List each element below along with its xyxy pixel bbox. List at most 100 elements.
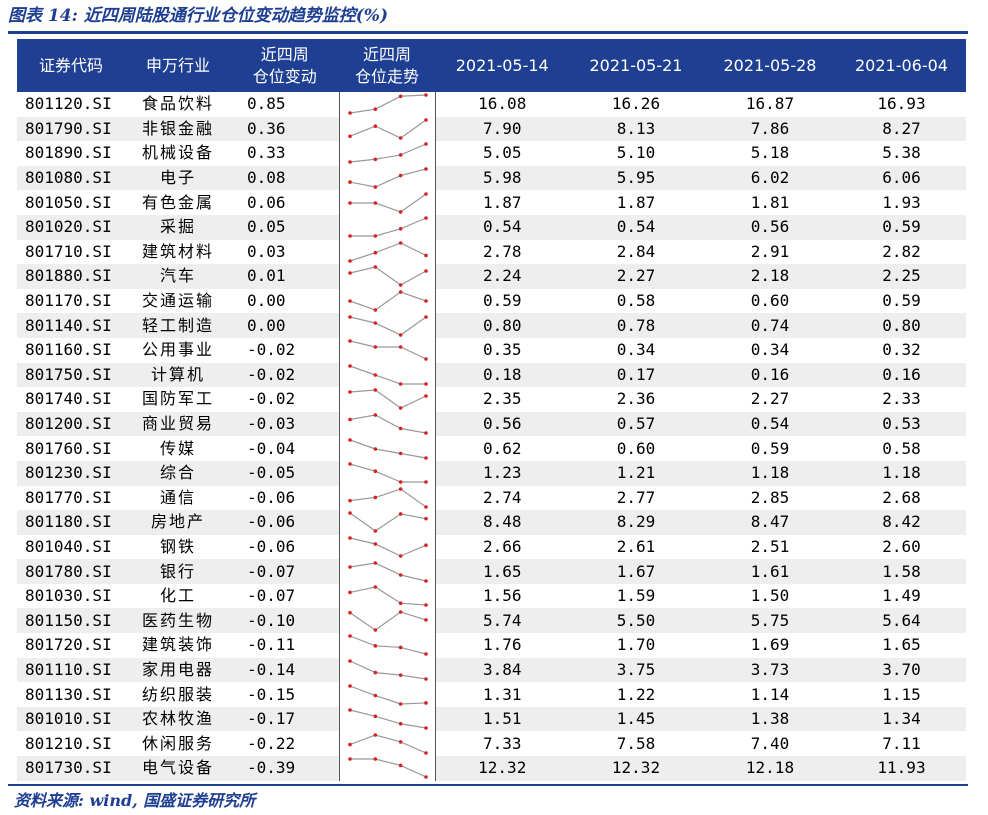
table-row: 801780.SI 银行 -0.07 1.65 1.67 1.61 1.58 <box>17 559 966 584</box>
weekly-position-2: 5.95 <box>569 165 703 191</box>
industry-name: 医药生物 <box>125 608 231 634</box>
sparkline <box>347 167 428 189</box>
sparkline-point <box>373 373 377 377</box>
sparkline <box>347 486 428 509</box>
position-change: 0.00 <box>231 288 339 314</box>
table-row: 801170.SI 交通运输 0.00 0.59 0.58 0.60 0.59 <box>17 288 966 314</box>
sparkline-point <box>398 136 402 140</box>
industry-name: 建筑装饰 <box>125 633 231 658</box>
position-change: -0.17 <box>231 706 339 732</box>
source-note: 资料来源: wind, 国盛证券研究所 <box>14 791 256 810</box>
sparkline-line <box>349 143 426 164</box>
position-table: 证券代码 申万行业 近四周 仓位变动 近四周 仓位走势 2021-05-14 2… <box>17 39 967 781</box>
security-code: 801760.SI <box>17 436 125 461</box>
weekly-position-1: 1.31 <box>435 682 569 707</box>
sparkline-point <box>423 652 428 657</box>
industry-name: 银行 <box>125 559 231 584</box>
sparkline-point <box>373 529 377 534</box>
sparkline <box>347 118 428 140</box>
header-code: 证券代码 <box>17 39 125 92</box>
position-change: -0.05 <box>231 460 339 486</box>
sparkline-cell <box>338 92 436 117</box>
weekly-position-1: 1.23 <box>435 460 569 486</box>
sparkline <box>347 339 428 362</box>
sparkline <box>347 659 428 681</box>
industry-name: 通信 <box>125 485 231 511</box>
weekly-position-1: 0.18 <box>435 362 569 388</box>
sparkline-point <box>373 644 377 648</box>
sparkline-point <box>398 572 402 577</box>
sparkline-point <box>373 388 377 393</box>
sparkline-point <box>423 578 428 583</box>
table-row: 801110.SI 家用电器 -0.14 3.84 3.75 3.73 3.70 <box>17 657 966 683</box>
sparkline <box>347 536 428 558</box>
weekly-position-2: 0.57 <box>569 411 703 437</box>
header-date-2: 2021-05-21 <box>569 39 703 92</box>
sparkline-line <box>349 94 426 114</box>
sparkline-point <box>347 511 352 516</box>
position-change: -0.04 <box>231 436 339 461</box>
weekly-position-4: 1.93 <box>837 190 966 215</box>
industry-name: 采掘 <box>125 214 231 240</box>
sparkline-point <box>373 732 377 737</box>
sparkline <box>347 388 428 411</box>
sparkline-point <box>373 413 377 417</box>
weekly-position-3: 2.18 <box>703 264 837 289</box>
position-change: -0.11 <box>231 633 339 658</box>
sparkline-line <box>349 340 426 360</box>
sparkline-cell <box>338 731 436 757</box>
table-row: 801880.SI 汽车 0.01 2.24 2.27 2.18 2.25 <box>17 264 966 289</box>
sparkline-cell <box>338 387 436 412</box>
security-code: 801790.SI <box>17 116 125 142</box>
sparkline-point <box>373 200 377 205</box>
sparkline-cell <box>338 657 436 683</box>
weekly-position-1: 1.51 <box>435 706 569 732</box>
industry-name: 休闲服务 <box>125 731 231 757</box>
weekly-position-4: 1.34 <box>837 706 966 732</box>
industry-name: 有色金属 <box>125 190 231 215</box>
sparkline <box>347 757 428 780</box>
sparkline-point <box>373 693 377 697</box>
weekly-position-2: 0.54 <box>569 214 703 240</box>
security-code: 801150.SI <box>17 608 125 634</box>
table-row: 801160.SI 公用事业 -0.02 0.35 0.34 0.34 0.32 <box>17 337 966 363</box>
sparkline-point <box>423 543 428 547</box>
sparkline-cell <box>338 633 436 658</box>
sparkline-line <box>349 168 426 188</box>
weekly-position-4: 2.33 <box>837 387 966 412</box>
sparkline-cell <box>338 116 436 142</box>
table-row: 801040.SI 钢铁 -0.06 2.66 2.61 2.51 2.60 <box>17 534 966 560</box>
weekly-position-4: 6.06 <box>837 165 966 191</box>
industry-name: 食品饮料 <box>125 92 231 117</box>
sparkline-point <box>347 659 352 663</box>
sparkline-point <box>347 536 352 540</box>
weekly-position-3: 12.18 <box>703 756 837 781</box>
sparkline-point <box>423 357 428 362</box>
sparkline-point <box>423 726 428 730</box>
sparkline <box>347 241 428 263</box>
sparkline-line <box>349 660 426 680</box>
weekly-position-1: 12.32 <box>435 756 569 781</box>
sparkline-point <box>347 498 352 503</box>
position-change: 0.06 <box>231 190 339 215</box>
security-code: 801110.SI <box>17 657 125 683</box>
sparkline-point <box>373 265 377 270</box>
sparkline-point <box>423 504 428 509</box>
weekly-position-3: 0.60 <box>703 288 837 314</box>
weekly-position-2: 0.60 <box>569 436 703 461</box>
security-code: 801180.SI <box>17 510 125 535</box>
weekly-position-3: 0.56 <box>703 214 837 240</box>
sparkline <box>347 142 428 165</box>
sparkline-point <box>373 320 377 325</box>
weekly-position-3: 2.91 <box>703 239 837 265</box>
sparkline-point <box>373 757 377 762</box>
security-code: 801050.SI <box>17 190 125 215</box>
position-change: -0.07 <box>231 559 339 584</box>
weekly-position-3: 0.59 <box>703 436 837 461</box>
sparkline-point <box>398 153 402 158</box>
weekly-position-2: 1.87 <box>569 190 703 215</box>
weekly-position-3: 7.86 <box>703 116 837 142</box>
weekly-position-3: 2.51 <box>703 534 837 560</box>
industry-name: 化工 <box>125 583 231 609</box>
sparkline-cell <box>338 608 436 634</box>
